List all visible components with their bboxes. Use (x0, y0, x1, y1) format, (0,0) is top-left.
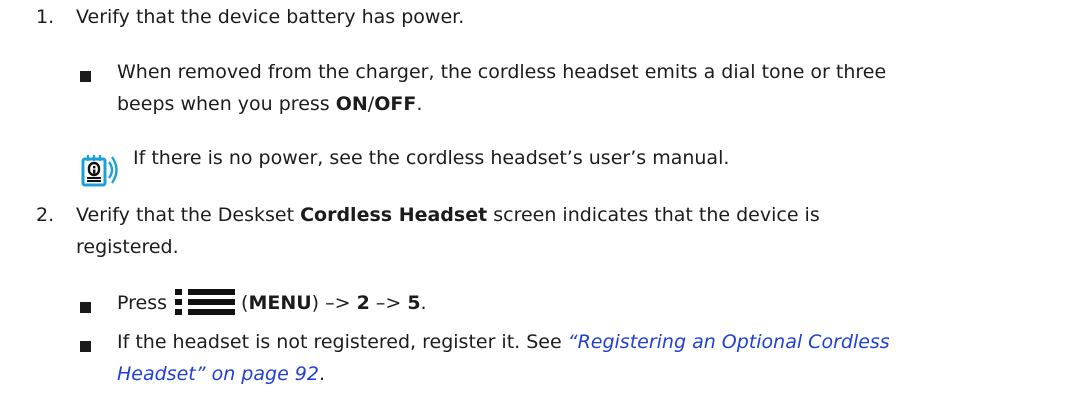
text-run: ) (311, 292, 320, 314)
text-run: screen indicates that the device is (487, 204, 820, 226)
cross-reference-link[interactable]: “Registering an Optional Cordless (568, 331, 890, 353)
bullet-text-line: If the headset is not registered, regist… (117, 328, 1062, 357)
bullet-text: Press (MENU) –> 2 –> 5. (117, 289, 427, 318)
bullet-marker (80, 341, 91, 352)
text-run: Press (117, 292, 168, 314)
text-run: . (318, 363, 326, 385)
text-run: –> (319, 292, 357, 314)
key-label: 2 (356, 292, 370, 314)
menu-label: MENU (248, 292, 312, 314)
bullet-text-line: Headset” on page 92. (117, 360, 1062, 389)
text-run: –> (369, 292, 408, 314)
bullet-marker (80, 302, 91, 313)
text-run: beeps when you press (117, 93, 336, 115)
step-text-line: registered. (76, 236, 179, 258)
cordless-headset-label: Cordless Headset (300, 204, 488, 226)
on-label: ON (335, 93, 368, 115)
step-text-line: Verify that the Deskset Cordless Headset… (76, 201, 1056, 230)
key-label: 5 (407, 292, 421, 314)
text-run: . (420, 292, 427, 314)
off-label: OFF (374, 93, 417, 115)
bullet-text-line: beeps when you press ON/OFF. (117, 90, 1037, 119)
bullet-text: If the headset is not registered, regist… (117, 328, 1062, 389)
text-run: . (416, 93, 423, 115)
bullet-marker (80, 71, 91, 82)
cross-reference-link[interactable]: Headset” on page 92 (117, 363, 319, 385)
bullet-text-line: When removed from the charger, the cordl… (117, 61, 887, 83)
bullet-text: When removed from the charger, the cordl… (117, 58, 1037, 119)
step-number: 2. (36, 204, 55, 226)
note-text: If there is no power, see the cordless h… (133, 147, 730, 169)
note-icon (80, 150, 120, 188)
text-run: Verify that the Deskset (76, 204, 301, 226)
text-run: If the headset is not registered, regist… (117, 331, 568, 353)
menu-icon (175, 289, 236, 315)
step-text: Verify that the device battery has power… (76, 6, 465, 28)
step-number: 1. (36, 6, 55, 28)
step-text: Verify that the Deskset Cordless Headset… (76, 201, 1056, 262)
